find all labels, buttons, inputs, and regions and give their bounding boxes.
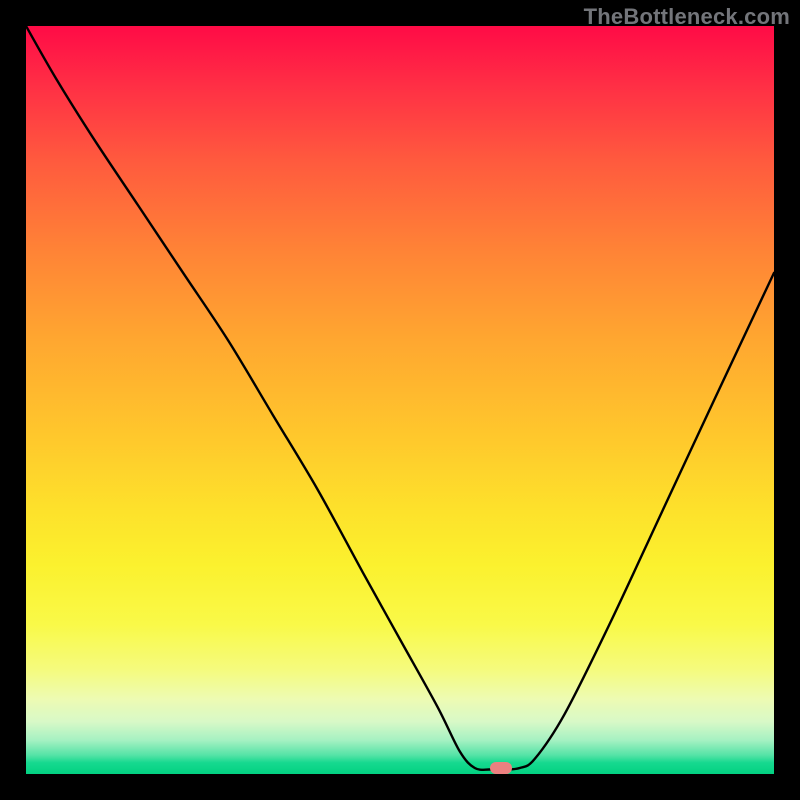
optimal-marker xyxy=(490,762,512,774)
plot-area xyxy=(26,26,774,774)
chart-frame: TheBottleneck.com xyxy=(0,0,800,800)
bottleneck-curve xyxy=(26,26,774,774)
watermark-label: TheBottleneck.com xyxy=(584,4,790,30)
